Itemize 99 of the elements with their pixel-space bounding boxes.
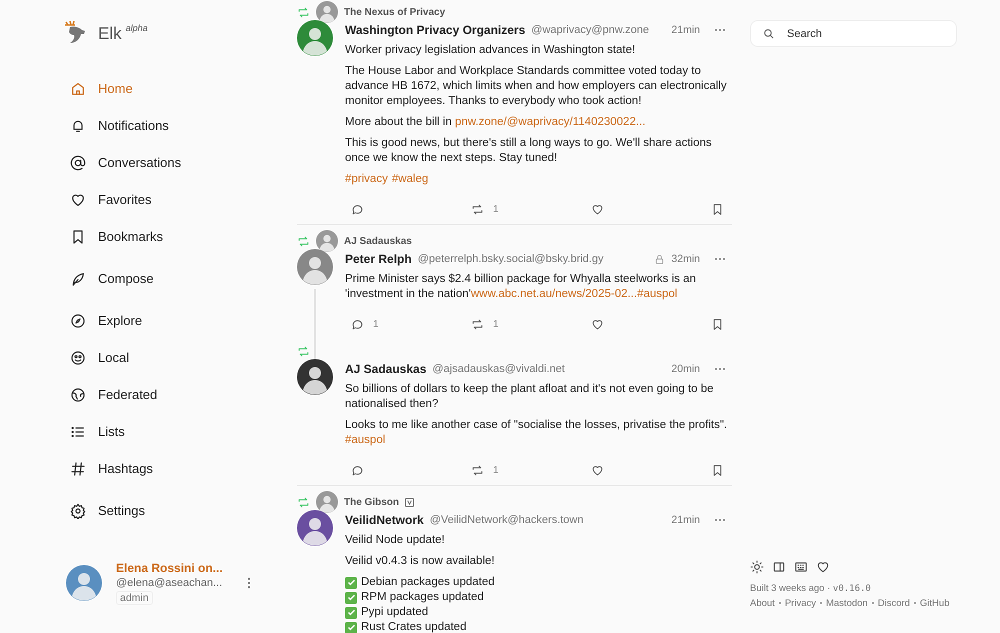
boost-icon: [471, 203, 484, 216]
at-sign-icon: [70, 154, 86, 170]
checklist-item: Pypi updated: [361, 605, 428, 620]
nav-item[interactable]: Explore: [62, 302, 142, 339]
reply-icon: [351, 203, 364, 216]
post-text: Veilid v0.4.3 is now available!: [345, 554, 496, 569]
sidebar-panel-icon: [772, 560, 786, 574]
checkmark-icon: [345, 592, 357, 604]
nav-item[interactable]: Conversations: [62, 144, 182, 181]
post-text: Looks to me like another case of "socialise the losses, privatise the profits". #auspol: [345, 418, 728, 448]
footer-link[interactable]: Mastodon: [826, 598, 868, 608]
avatar[interactable]: [297, 510, 333, 546]
post-time[interactable]: 20min: [671, 363, 700, 375]
home-icon: [70, 80, 86, 96]
post-time[interactable]: 21min: [671, 514, 700, 526]
nav-item[interactable]: Local: [62, 339, 130, 376]
nav-item[interactable]: Federated: [62, 376, 158, 413]
bookmark-icon: [711, 203, 724, 216]
hashtag-icon: [70, 460, 86, 476]
boost-count: 1: [493, 319, 499, 330]
nav-item[interactable]: Favorites: [62, 181, 152, 218]
nav-item[interactable]: Notifications: [62, 107, 169, 144]
footer-link[interactable]: About: [750, 598, 775, 608]
footer-link[interactable]: GitHub: [920, 598, 950, 608]
post-text: The House Labor and Workplace Standards committee voted today to advance HB 1672, which limits when and how employers can electronically monitor employees. Thanks to everybody who took action!: [345, 64, 728, 109]
author-name[interactable]: Washington Privacy Organizers: [345, 23, 526, 37]
author-handle[interactable]: @ajsadauskas@vivaldi.net: [432, 363, 565, 375]
link[interactable]: www.abc.net.au/news/2025-02...: [470, 288, 638, 300]
post-text: More about the bill in pnw.zone/@waprivacy/1140230022...: [345, 115, 646, 130]
link[interactable]: #auspol: [345, 434, 386, 446]
bookmark-icon: [711, 464, 724, 477]
more-icon[interactable]: [714, 257, 726, 261]
checklist-item: Rust Crates updated: [361, 620, 466, 633]
nav-item[interactable]: Settings: [62, 492, 145, 529]
reply-icon: [351, 318, 364, 331]
app-name: Elk: [98, 24, 122, 44]
app-tag: alpha: [126, 23, 148, 33]
post-text: So billions of dollars to keep the plant afloat and it's not even going to be nationalised then?: [345, 382, 715, 412]
post-time[interactable]: 21min: [671, 24, 700, 36]
checkmark-icon: [345, 606, 357, 618]
link[interactable]: #auspol: [637, 288, 678, 300]
more-icon[interactable]: [714, 367, 726, 371]
feather-icon: [70, 270, 86, 286]
post-text: Worker privacy legislation advances in Washington state!: [345, 43, 636, 58]
bookmark-icon: [711, 318, 724, 331]
nav-item[interactable]: Compose: [62, 260, 154, 297]
checklist-item: Debian packages updated: [361, 575, 495, 590]
sun-icon: [750, 560, 764, 574]
heart-icon: [591, 464, 604, 477]
heart-icon: [70, 192, 86, 208]
boost-icon: [471, 318, 484, 331]
checklist-item: RPM packages updated: [361, 590, 484, 605]
author-handle[interactable]: @VeilidNetwork@hackers.town: [430, 514, 584, 526]
booster-name[interactable]: AJ Sadauskas: [344, 236, 412, 246]
gear-icon: [70, 502, 86, 518]
hashtag-link[interactable]: #waleg: [392, 172, 428, 187]
reply-icon: [351, 464, 364, 477]
boost-icon: [471, 464, 484, 477]
more-icon[interactable]: [714, 28, 726, 32]
nav-item[interactable]: Bookmarks: [62, 218, 164, 255]
heart-icon: [591, 318, 604, 331]
heart-icon: [816, 560, 830, 574]
footer-link[interactable]: Discord: [878, 598, 910, 608]
link[interactable]: pnw.zone/@waprivacy/1140230022...: [454, 116, 646, 128]
avatar[interactable]: [297, 359, 333, 395]
checkmark-icon: [345, 576, 357, 588]
account-handle: @elena@aseachan...: [116, 577, 224, 589]
build-info: Built 3 weeks ago · v0.16.0: [750, 582, 872, 596]
author-name[interactable]: VeilidNetwork: [345, 513, 424, 527]
compass-icon: [70, 312, 86, 328]
account-name[interactable]: Elena Rossini on...: [116, 561, 228, 575]
search-icon: [762, 27, 775, 40]
keyboard-icon: [794, 560, 808, 574]
booster-name[interactable]: The Gibson: [344, 496, 399, 508]
nav-item[interactable]: Lists: [62, 413, 125, 450]
heart-icon: [591, 203, 604, 216]
booster-name[interactable]: The Nexus of Privacy: [344, 6, 446, 18]
globe-icon: [70, 386, 86, 402]
nav-item[interactable]: Home: [62, 70, 133, 107]
author-handle[interactable]: @peterrelph.bsky.social@bsky.brid.gy: [418, 253, 604, 265]
account-avatar[interactable]: [66, 565, 102, 601]
post-text: This is good news, but there's still a long ways to go. We'll share actions once we know the next steps. Stay tuned!: [345, 136, 713, 166]
post-text: Veilid Node update!: [345, 533, 446, 548]
footer-link[interactable]: Privacy: [784, 598, 816, 608]
hashtag-link[interactable]: #privacy: [345, 172, 388, 187]
search-field[interactable]: Search: [750, 20, 957, 47]
post-time[interactable]: 32min: [671, 253, 700, 265]
nav-item[interactable]: Hashtags: [62, 450, 153, 487]
author-handle[interactable]: @waprivacy@pnw.zone: [531, 24, 649, 36]
avatar[interactable]: [316, 491, 338, 513]
author-name[interactable]: AJ Sadauskas: [345, 362, 426, 376]
post-text: Prime Minister says $2.4 billion package for Whyalla steelworks is an 'investment in the nation'www.abc.net.au/news/2025-02...#auspol: [345, 272, 697, 302]
role-label: admin: [116, 591, 153, 605]
reply-count: 1: [373, 319, 379, 330]
author-name[interactable]: Peter Relph: [345, 252, 412, 266]
more-icon[interactable]: [714, 518, 726, 522]
boost-count: 1: [493, 465, 499, 476]
smiley-group-icon: [70, 350, 86, 366]
boost-count: 1: [493, 204, 499, 215]
